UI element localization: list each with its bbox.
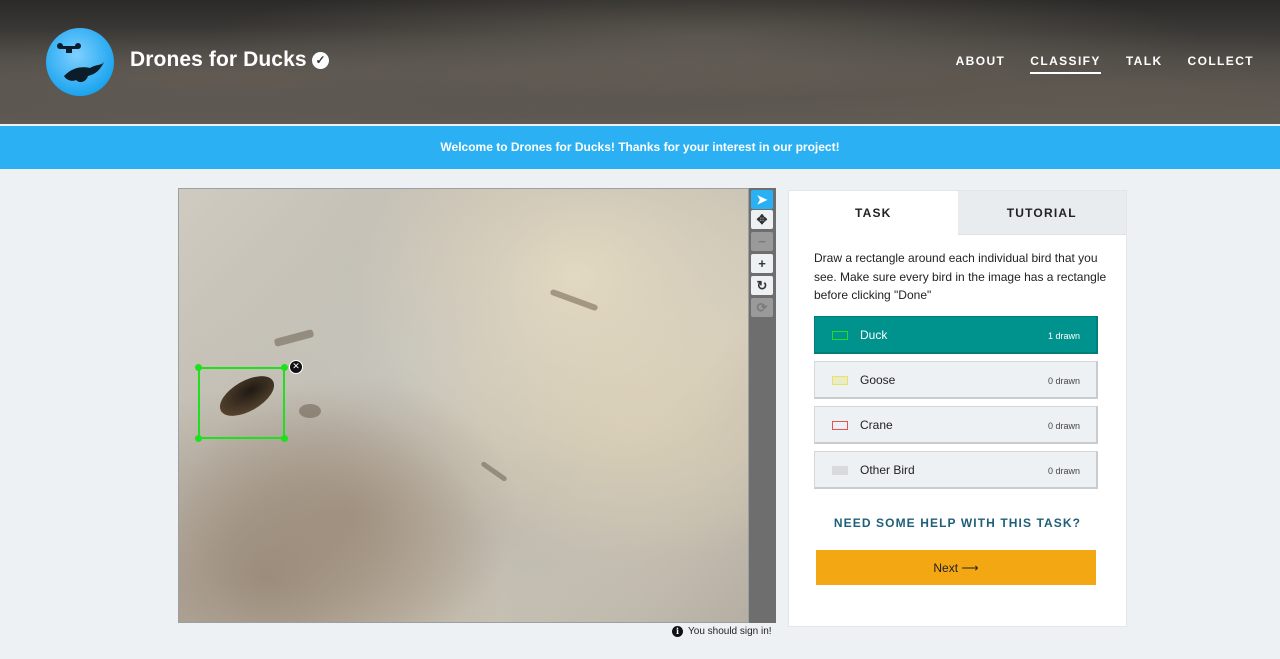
move-icon[interactable]: ✥: [751, 210, 773, 229]
duck-bounding-box[interactable]: [195, 364, 288, 442]
bbox-handle[interactable]: [281, 364, 288, 371]
nav-about[interactable]: ABOUT: [956, 54, 1006, 74]
zoom-out-icon[interactable]: −: [751, 232, 773, 251]
answer-label: Goose: [860, 373, 896, 387]
image-texture: [549, 288, 599, 312]
image-texture: [273, 328, 315, 348]
other-bird-swatch-icon: [832, 466, 848, 475]
nav-talk[interactable]: TALK: [1126, 54, 1163, 74]
project-nav: ABOUT CLASSIFY TALK COLLECT: [956, 54, 1254, 74]
task-tabs: TASK TUTORIAL: [789, 191, 1126, 235]
nav-classify[interactable]: CLASSIFY: [1030, 54, 1101, 74]
delete-mark-icon[interactable]: ✕: [289, 360, 303, 374]
answer-crane[interactable]: Crane 0 drawn: [814, 406, 1098, 444]
answer-count: 0 drawn: [1047, 466, 1080, 476]
rotate-icon[interactable]: ↻: [751, 276, 773, 295]
sign-in-notice[interactable]: i You should sign in!: [672, 626, 772, 637]
answer-label: Other Bird: [860, 463, 915, 477]
task-panel: TASK TUTORIAL Draw a rectangle around ea…: [788, 190, 1127, 627]
help-link[interactable]: NEED SOME HELP WITH THIS TASK?: [789, 516, 1126, 530]
answer-count: 0 drawn: [1047, 376, 1080, 386]
welcome-banner: Welcome to Drones for Ducks! Thanks for …: [0, 126, 1280, 169]
project-title[interactable]: Drones for Ducks: [130, 48, 307, 72]
task-instructions: Draw a rectangle around each individual …: [814, 251, 1107, 302]
image-texture: [299, 404, 321, 418]
answer-other-bird[interactable]: Other Bird 0 drawn: [814, 451, 1098, 489]
bbox-handle[interactable]: [195, 364, 202, 371]
project-header: Drones for Ducks ✓ ABOUT CLASSIFY TALK C…: [0, 0, 1280, 124]
check-circle-icon: ✓: [312, 52, 329, 69]
answer-label: Duck: [860, 328, 888, 342]
pointer-icon[interactable]: ➤: [751, 190, 773, 209]
answer-goose[interactable]: Goose 0 drawn: [814, 361, 1098, 399]
bbox-handle[interactable]: [281, 435, 288, 442]
next-button[interactable]: Next ⟶: [816, 550, 1096, 585]
reset-icon[interactable]: ⟳: [751, 298, 773, 317]
subject-image[interactable]: ✕: [178, 188, 749, 623]
zoom-in-icon[interactable]: +: [751, 254, 773, 273]
tab-tutorial[interactable]: TUTORIAL: [957, 191, 1126, 235]
project-logo[interactable]: [46, 28, 114, 96]
goose-swatch-icon: [832, 376, 848, 385]
info-icon: i: [672, 626, 683, 637]
image-texture: [480, 460, 508, 483]
sign-in-text: You should sign in!: [688, 626, 772, 637]
crane-swatch-icon: [832, 421, 848, 430]
duck-swatch-icon: [832, 331, 848, 340]
answer-count: 1 drawn: [1047, 331, 1080, 341]
answer-label: Crane: [860, 418, 893, 432]
nav-collect[interactable]: COLLECT: [1188, 54, 1254, 74]
answer-duck[interactable]: Duck 1 drawn: [814, 316, 1098, 354]
image-toolbar: ➤ ✥ − + ↻ ⟳: [749, 188, 776, 623]
answer-count: 0 drawn: [1047, 421, 1080, 431]
bbox-handle[interactable]: [195, 435, 202, 442]
tab-task[interactable]: TASK: [789, 191, 958, 235]
